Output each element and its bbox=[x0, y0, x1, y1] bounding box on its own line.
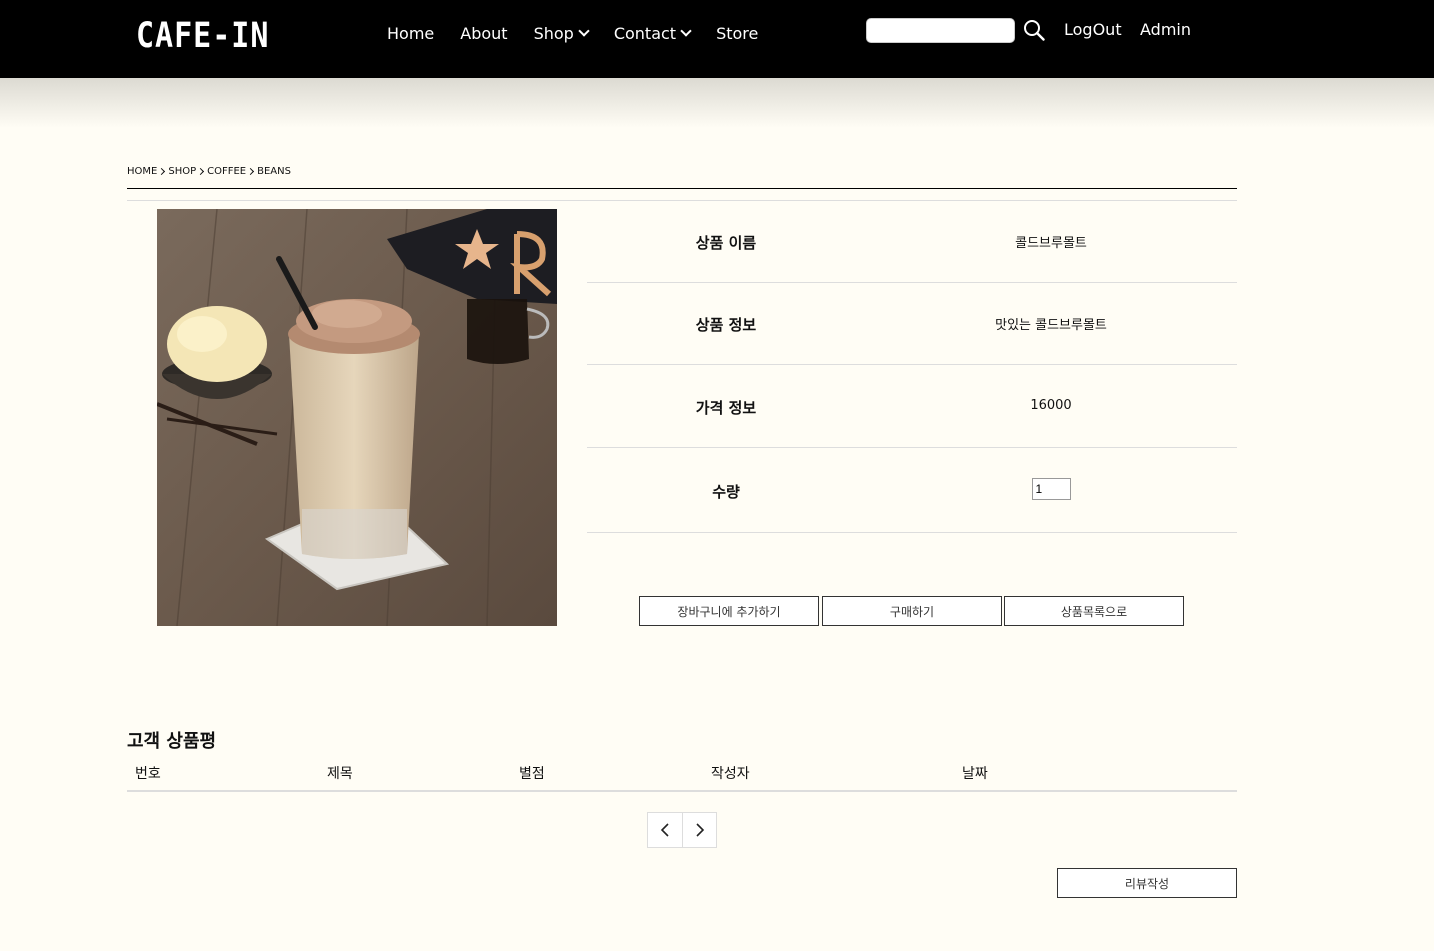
product-name-value: 콜드브루몰트 bbox=[1015, 236, 1087, 251]
nav-store-label: Store bbox=[716, 24, 759, 43]
next-page-button[interactable] bbox=[682, 813, 716, 847]
product-name-label: 상품 이름 bbox=[695, 234, 757, 252]
column-header-rating: 별점 bbox=[519, 766, 545, 782]
chevron-right-icon bbox=[158, 167, 166, 176]
chevron-right-icon bbox=[247, 167, 255, 176]
breadcrumb-coffee[interactable]: COFFEE bbox=[207, 166, 246, 177]
search-icon[interactable] bbox=[1023, 19, 1045, 41]
quantity-label: 수량 bbox=[712, 483, 740, 501]
logout-link[interactable]: LogOut bbox=[1064, 20, 1122, 39]
nav-home-label: Home bbox=[387, 24, 435, 43]
chevron-right-icon bbox=[197, 167, 205, 176]
main-nav: Home About Shop Contact Store bbox=[387, 24, 784, 43]
column-header-number: 번호 bbox=[135, 766, 161, 782]
column-header-author: 작성자 bbox=[711, 766, 750, 782]
nav-about[interactable]: About bbox=[460, 24, 507, 43]
breadcrumb: HOME SHOP COFFEE BEANS bbox=[127, 166, 291, 177]
buy-button[interactable]: 구매하기 bbox=[822, 596, 1002, 626]
column-header-title: 제목 bbox=[327, 766, 353, 782]
add-to-cart-button[interactable]: 장바구니에 추가하기 bbox=[639, 596, 819, 626]
table-header-divider bbox=[127, 790, 1237, 792]
prev-page-button[interactable] bbox=[648, 813, 682, 847]
quantity-cell bbox=[865, 478, 1237, 500]
nav-about-label: About bbox=[460, 24, 508, 43]
product-info-value: 맛있는 콜드브루몰트 bbox=[995, 318, 1107, 333]
product-image bbox=[157, 209, 557, 626]
chevron-left-icon bbox=[660, 823, 669, 837]
nav-contact[interactable]: Contact bbox=[613, 24, 692, 43]
header-shadow bbox=[0, 78, 1434, 128]
nav-contact-label: Contact bbox=[613, 24, 677, 43]
nav-home[interactable]: Home bbox=[387, 24, 434, 43]
write-review-button[interactable]: 리뷰작성 bbox=[1057, 868, 1237, 898]
chevron-down-icon bbox=[680, 25, 692, 37]
reviews-title: 고객 상품평 bbox=[127, 731, 217, 752]
quantity-input[interactable] bbox=[1031, 478, 1071, 500]
price-label: 가격 정보 bbox=[695, 399, 757, 417]
price-row: 가격 정보 16000 bbox=[587, 365, 1237, 448]
admin-link[interactable]: Admin bbox=[1140, 20, 1191, 39]
breadcrumb-beans[interactable]: BEANS bbox=[257, 166, 291, 177]
price-value: 16000 bbox=[1030, 398, 1072, 413]
column-header-date: 날짜 bbox=[962, 766, 988, 782]
product-info-row: 상품 정보 맛있는 콜드브루몰트 bbox=[587, 283, 1237, 365]
site-logo[interactable]: CAFE-IN bbox=[136, 16, 269, 56]
search-input[interactable] bbox=[866, 18, 1015, 43]
chevron-down-icon bbox=[578, 25, 590, 37]
breadcrumb-shop[interactable]: SHOP bbox=[168, 166, 196, 177]
product-info-label: 상품 정보 bbox=[695, 316, 757, 334]
nav-store[interactable]: Store bbox=[716, 24, 758, 43]
breadcrumb-home[interactable]: HOME bbox=[127, 166, 157, 177]
nav-shop[interactable]: Shop bbox=[533, 24, 590, 43]
product-list-button[interactable]: 상품목록으로 bbox=[1004, 596, 1184, 626]
pagination bbox=[647, 812, 717, 848]
chevron-right-icon bbox=[695, 823, 704, 837]
product-name-row: 상품 이름 콜드브루몰트 bbox=[587, 200, 1237, 283]
breadcrumb-divider bbox=[127, 188, 1237, 189]
nav-shop-label: Shop bbox=[533, 24, 574, 43]
quantity-row: 수량 bbox=[587, 448, 1237, 533]
